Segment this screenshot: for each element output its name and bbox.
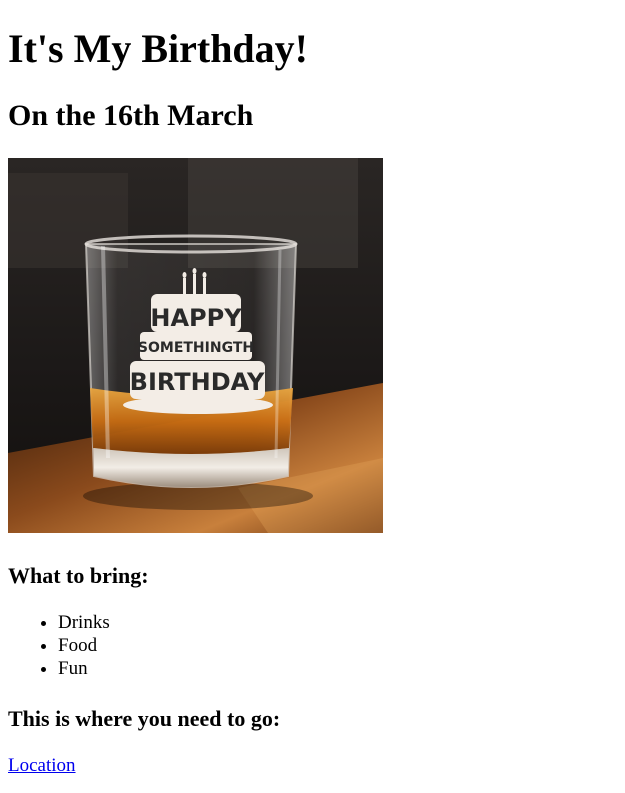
birthday-glass-photo: HAPPY SOMETHINGTH BIRTHDAY xyxy=(8,158,383,533)
bring-list: Drinks Food Fun xyxy=(8,611,110,680)
bring-heading: What to bring: xyxy=(8,563,149,588)
list-item: Drinks xyxy=(58,611,110,634)
etched-line-2: SOMETHINGTH xyxy=(138,340,254,356)
page-title: It's My Birthday! xyxy=(8,26,308,71)
etched-line-1: HAPPY xyxy=(150,304,242,332)
list-item: Fun xyxy=(58,657,110,680)
location-link[interactable]: Location xyxy=(8,754,76,777)
list-item: Food xyxy=(58,634,110,657)
directions-heading: This is where you need to go: xyxy=(8,706,281,731)
etched-line-3: BIRTHDAY xyxy=(130,368,265,396)
page-subtitle: On the 16th March xyxy=(8,99,254,132)
